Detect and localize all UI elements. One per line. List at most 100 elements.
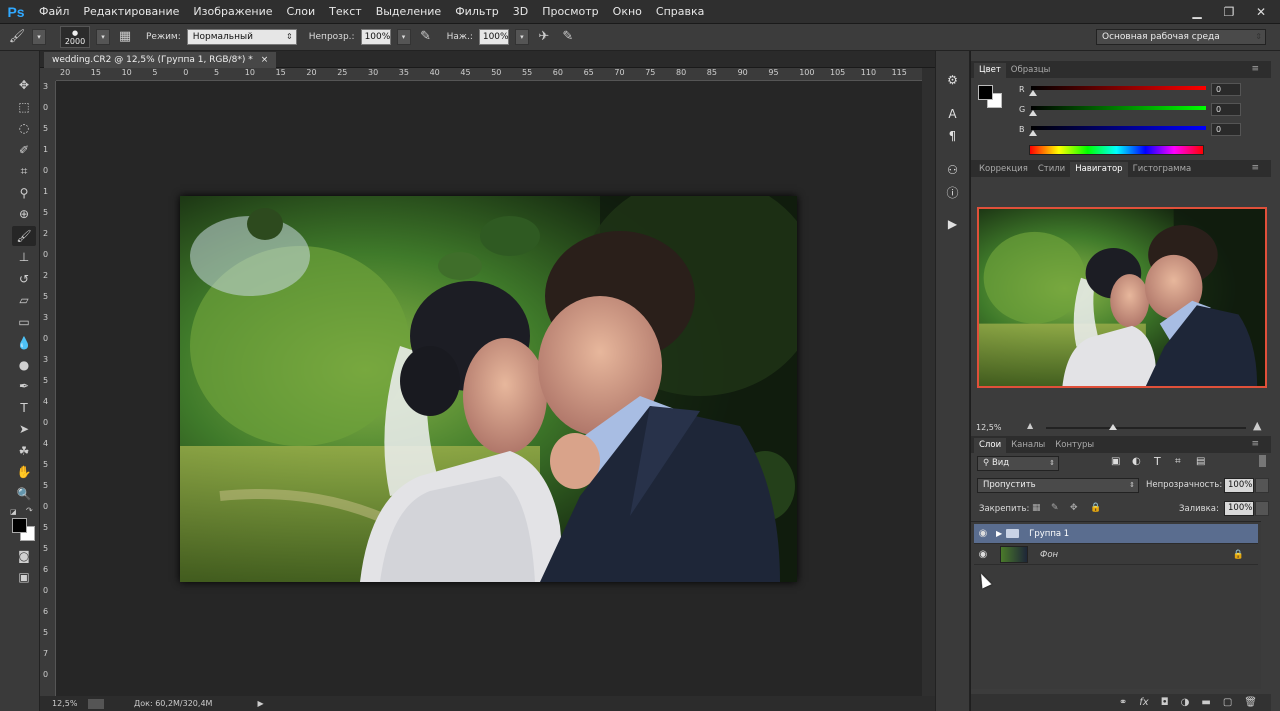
visibility-eye-icon[interactable]: ◉ bbox=[974, 528, 992, 539]
new-group-icon[interactable]: ▬ bbox=[1201, 697, 1210, 708]
filter-smart-object-icon[interactable]: ▤ bbox=[1196, 456, 1205, 467]
clone-stamp-tool-icon[interactable]: ⊥ bbox=[12, 247, 36, 267]
brush-tool-icon[interactable]: 🖌 bbox=[8, 28, 26, 46]
tab-adjustments[interactable]: Коррекция bbox=[974, 162, 1033, 177]
filter-pixel-icon[interactable]: ▣ bbox=[1111, 456, 1120, 467]
tab-paths[interactable]: Контуры bbox=[1050, 438, 1099, 453]
tab-layers[interactable]: Слои bbox=[974, 438, 1007, 453]
layer-row-background[interactable]: ◉ Фон 🔒 bbox=[974, 545, 1258, 565]
color-panel-menu-icon[interactable]: ≡ bbox=[1251, 64, 1259, 74]
layer-opacity-dropdown[interactable] bbox=[1255, 478, 1269, 493]
delete-layer-icon[interactable]: 🗑 bbox=[1244, 697, 1257, 708]
b-slider[interactable] bbox=[1031, 126, 1206, 130]
add-mask-icon[interactable]: ◘ bbox=[1161, 697, 1169, 708]
history-panel-icon[interactable]: ⚙ bbox=[943, 71, 963, 89]
dodge-tool-icon[interactable]: ● bbox=[12, 355, 36, 375]
history-brush-tool-icon[interactable]: ↺ bbox=[12, 269, 36, 289]
new-layer-icon[interactable]: ▢ bbox=[1223, 697, 1232, 708]
vertical-ruler[interactable]: 30510152025303540455055606570 bbox=[40, 81, 56, 696]
document-canvas-image[interactable] bbox=[180, 196, 797, 582]
lasso-tool-icon[interactable]: ◌ bbox=[12, 118, 36, 138]
type-tool-icon[interactable]: T bbox=[12, 398, 36, 418]
menu-layers[interactable]: Слои bbox=[280, 0, 323, 24]
paragraph-panel-icon[interactable]: ¶ bbox=[943, 127, 963, 145]
close-tab-icon[interactable]: × bbox=[261, 55, 269, 65]
lock-all-icon[interactable]: 🔒 bbox=[1090, 503, 1101, 513]
g-slider-handle[interactable] bbox=[1029, 110, 1037, 116]
expand-arrow-icon[interactable]: ▶ bbox=[996, 529, 1002, 538]
healing-brush-tool-icon[interactable]: ⊕ bbox=[12, 204, 36, 224]
ruler-corner[interactable] bbox=[40, 68, 56, 81]
layers-panel-menu-icon[interactable]: ≡ bbox=[1251, 439, 1259, 449]
foreground-color-swatch[interactable] bbox=[12, 517, 27, 533]
pen-tool-icon[interactable]: ✒ bbox=[12, 376, 36, 396]
opacity-dropdown[interactable]: ▾ bbox=[396, 29, 411, 45]
pressure-size-icon[interactable]: ✎ bbox=[559, 28, 577, 46]
marquee-tool-icon[interactable]: ⬚ bbox=[12, 97, 36, 117]
blend-mode-select[interactable]: Пропустить bbox=[977, 478, 1139, 493]
menu-3d[interactable]: 3D bbox=[506, 0, 535, 24]
b-value[interactable]: 0 bbox=[1211, 123, 1241, 136]
shape-tool-icon[interactable]: ☘ bbox=[12, 441, 36, 461]
menu-type[interactable]: Текст bbox=[322, 0, 369, 24]
layer-style-icon[interactable]: fx bbox=[1139, 697, 1148, 708]
filter-shape-icon[interactable]: ⌗ bbox=[1175, 456, 1181, 467]
color-spectrum-bar[interactable] bbox=[1029, 145, 1204, 155]
hand-tool-icon[interactable]: ✋ bbox=[12, 462, 36, 482]
menu-help[interactable]: Справка bbox=[649, 0, 711, 24]
flow-input[interactable]: 100% bbox=[478, 29, 509, 45]
menu-window[interactable]: Окно bbox=[606, 0, 649, 24]
blur-tool-icon[interactable]: 💧 bbox=[12, 333, 36, 353]
pressure-opacity-icon[interactable]: ✎ bbox=[417, 28, 435, 46]
document-tab[interactable]: wedding.CR2 @ 12,5% (Группа 1, RGB/8*) *… bbox=[44, 52, 277, 68]
menu-edit[interactable]: Редактирование bbox=[76, 0, 186, 24]
filter-type-icon[interactable]: T bbox=[1154, 455, 1161, 468]
tab-swatches[interactable]: Образцы bbox=[1006, 63, 1056, 78]
filter-toggle-icon[interactable] bbox=[1259, 455, 1266, 467]
mode-select[interactable]: Нормальный bbox=[186, 29, 297, 45]
minimize-button[interactable]: ▁ bbox=[1186, 4, 1208, 20]
brush-preset-picker[interactable]: ● 2000 bbox=[60, 26, 90, 48]
zoom-in-icon[interactable]: ▲ bbox=[1253, 419, 1261, 432]
layer-name[interactable]: Фон bbox=[1040, 550, 1058, 560]
flow-dropdown[interactable]: ▾ bbox=[514, 29, 529, 45]
airbrush-icon[interactable]: ✈ bbox=[535, 28, 553, 46]
navigator-panel-menu-icon[interactable]: ≡ bbox=[1251, 163, 1259, 173]
b-slider-handle[interactable] bbox=[1029, 130, 1037, 136]
layer-row-group-1[interactable]: ◉ ▶ Группа 1 bbox=[974, 524, 1258, 544]
menu-file[interactable]: Файл bbox=[32, 0, 76, 24]
layer-opacity-input[interactable]: 100% bbox=[1224, 478, 1254, 493]
layer-fill-input[interactable]: 100% bbox=[1224, 501, 1254, 516]
menu-view[interactable]: Просмотр bbox=[535, 0, 605, 24]
r-value[interactable]: 0 bbox=[1211, 83, 1241, 96]
r-slider-handle[interactable] bbox=[1029, 90, 1037, 96]
navigator-zoom-value[interactable]: 12,5% bbox=[976, 423, 1001, 432]
layer-name[interactable]: Группа 1 bbox=[1029, 529, 1069, 539]
tab-color[interactable]: Цвет bbox=[974, 63, 1006, 78]
horizontal-ruler[interactable]: 20 15 10 5 0 5 10 15 20 25 30 35 40 45 50 55 60 65 70 75 80 8… bbox=[56, 68, 922, 81]
menu-image[interactable]: Изображение bbox=[186, 0, 279, 24]
g-slider[interactable] bbox=[1031, 106, 1206, 110]
brush-size-dropdown[interactable]: ▾ bbox=[96, 29, 110, 45]
menu-select[interactable]: Выделение bbox=[369, 0, 449, 24]
navigator-zoom-slider[interactable] bbox=[1046, 427, 1246, 429]
workspace-select[interactable]: Основная рабочая среда bbox=[1096, 29, 1266, 45]
brush-panel-icon[interactable]: ▦ bbox=[116, 28, 134, 46]
navigator-zoom-handle[interactable] bbox=[1109, 424, 1117, 430]
swap-colors-icon[interactable]: ↷ bbox=[26, 506, 33, 515]
tab-histogram[interactable]: Гистограмма bbox=[1128, 162, 1197, 177]
lock-transparent-icon[interactable]: ▦ bbox=[1032, 503, 1041, 513]
gradient-tool-icon[interactable]: ▭ bbox=[12, 312, 36, 332]
actions-panel-icon[interactable]: ▶ bbox=[943, 215, 963, 233]
status-zoom[interactable]: 12,5% bbox=[40, 699, 80, 708]
restore-button[interactable]: ❐ bbox=[1218, 4, 1240, 20]
tab-channels[interactable]: Каналы bbox=[1006, 438, 1050, 453]
quick-select-tool-icon[interactable]: ✐ bbox=[12, 140, 36, 160]
character-panel-icon[interactable]: A bbox=[943, 105, 963, 123]
info-panel-icon[interactable]: ⓘ bbox=[943, 183, 963, 201]
swatches-dock-icon[interactable]: ⚇ bbox=[943, 161, 963, 179]
eraser-tool-icon[interactable]: ▱ bbox=[12, 290, 36, 310]
new-adjustment-icon[interactable]: ◑ bbox=[1181, 697, 1190, 708]
navigator-preview[interactable] bbox=[977, 207, 1267, 388]
link-layers-icon[interactable]: ⚭ bbox=[1119, 697, 1127, 708]
